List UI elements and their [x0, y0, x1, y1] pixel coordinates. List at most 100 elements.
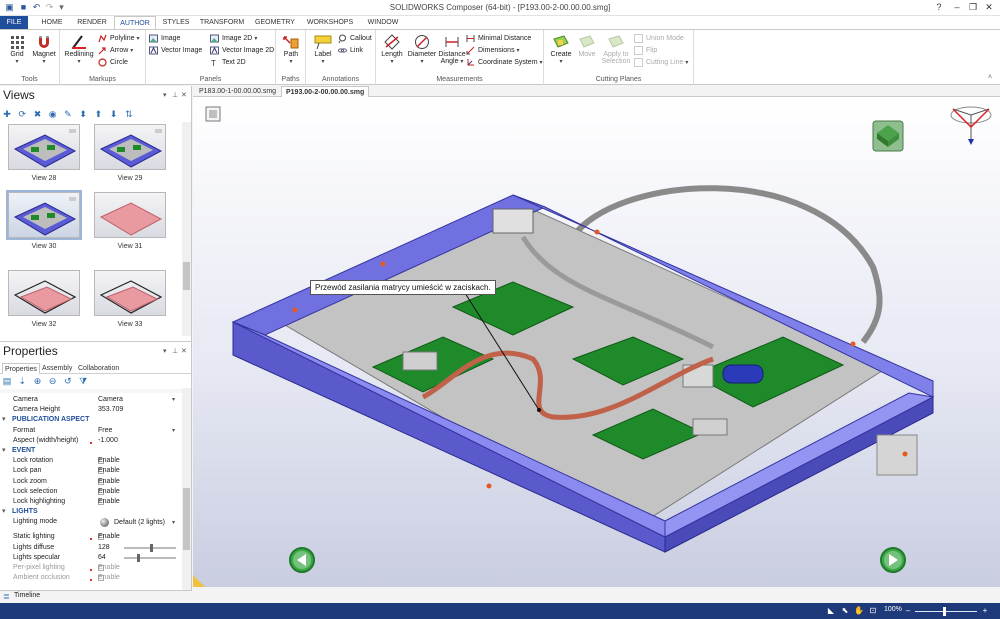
create-view-icon[interactable]: ✚	[2, 109, 12, 119]
view-thumbnail[interactable]	[8, 270, 80, 316]
viewport-page-icon[interactable]	[205, 106, 221, 122]
property-row[interactable]: Lock selection Enable	[0, 487, 182, 497]
3d-viewport[interactable]: Przewód zasilania matrycy umieścić w zac…	[193, 97, 1000, 587]
apply-to-selection-button[interactable]: Apply to Selection	[600, 34, 632, 65]
tab-window[interactable]: WINDOW	[362, 16, 404, 29]
sort-category-icon[interactable]: ▤	[2, 376, 12, 386]
create-button[interactable]: Create ▾	[548, 34, 574, 65]
previous-view-button[interactable]	[289, 547, 315, 573]
property-row[interactable]: Static lighting Enable	[0, 532, 182, 542]
property-section[interactable]: ▾ PUBLICATION ASPECT	[0, 415, 182, 425]
pencil-icon[interactable]: ✎	[63, 109, 73, 119]
property-row[interactable]: Lock zoom Enable	[0, 477, 182, 487]
move-up-icon[interactable]: ⬆	[93, 109, 103, 119]
next-view-button[interactable]	[880, 547, 906, 573]
flip-button[interactable]: Flip	[634, 45, 657, 57]
property-value[interactable]: Default (2 lights)	[114, 518, 165, 528]
section-expander-icon[interactable]: ▾	[2, 446, 6, 456]
heatsink[interactable]	[692, 418, 728, 436]
tab-file[interactable]: FILE	[0, 16, 28, 29]
camera-view-icon[interactable]: ◉	[48, 109, 58, 119]
property-slider[interactable]	[124, 543, 176, 552]
tab-home[interactable]: HOME	[34, 16, 70, 29]
label-button[interactable]: Label ▾	[309, 34, 337, 65]
help-icon[interactable]: ?	[930, 1, 948, 14]
views-scrollbar-thumb[interactable]	[183, 262, 190, 290]
minimal-distance-button[interactable]: Minimal Distance	[466, 33, 531, 45]
tab-assembly[interactable]: Assembly	[40, 363, 74, 374]
sort-icon[interactable]: ⇅	[124, 109, 134, 119]
orientation-triad[interactable]	[950, 106, 992, 145]
assembly-model[interactable]	[193, 97, 1000, 587]
cutting-line-button[interactable]: Cutting Line ▾	[634, 57, 688, 69]
timeline-bar[interactable]: ≣ Timeline	[0, 590, 192, 602]
property-row[interactable]: Lights specular 64	[0, 553, 182, 563]
tab-properties[interactable]: Properties	[2, 363, 40, 374]
circle-button[interactable]: Circle	[98, 57, 128, 69]
tab-render[interactable]: RENDER	[72, 16, 112, 29]
polyline-button[interactable]: Polyline ▾	[98, 33, 139, 45]
grid-button[interactable]: Grid ▾	[6, 34, 28, 65]
panel-close-icon[interactable]: ✕	[181, 347, 187, 355]
pin-icon[interactable]: ⊥	[172, 91, 178, 99]
section-expander-icon[interactable]: ▾	[2, 507, 6, 517]
property-value[interactable]: -1.000	[98, 436, 118, 446]
link-button[interactable]: Link	[338, 45, 363, 57]
property-slider-knob[interactable]	[137, 553, 140, 562]
dropdown-arrow-icon[interactable]: ▾	[172, 518, 175, 528]
tab-transform[interactable]: TRANSFORM	[196, 16, 248, 29]
home-view-cube[interactable]	[872, 120, 904, 152]
arrow-button[interactable]: Arrow ▾	[98, 45, 133, 57]
collapse-ribbon-icon[interactable]: ˄	[988, 74, 992, 81]
property-value[interactable]: 353.709	[98, 405, 123, 415]
properties-scrollbar[interactable]	[182, 388, 191, 590]
property-section[interactable]: ▾ EVENT	[0, 446, 182, 456]
update-view-icon[interactable]: ⟳	[17, 109, 27, 119]
property-slider-knob[interactable]	[150, 543, 153, 552]
connector-left[interactable]	[402, 351, 438, 371]
union-mode-button[interactable]: Union Mode	[634, 33, 684, 45]
view-thumbnail[interactable]	[94, 124, 166, 170]
filter-icon[interactable]: ⧩	[78, 376, 88, 386]
property-row[interactable]: Lock pan Enable	[0, 466, 182, 476]
dropdown-arrow-icon[interactable]: ▾	[172, 426, 175, 436]
capacitor[interactable]	[722, 364, 764, 384]
diameter-button[interactable]: Diameter ▾	[406, 34, 438, 65]
doc-tab-p193[interactable]: P193.00-2-00.00.00.smg	[281, 86, 370, 97]
dropdown-arrow-icon[interactable]: ▾	[172, 395, 175, 405]
distance-angle-button[interactable]: Distance Angle ▾	[438, 34, 466, 65]
collapse-icon[interactable]: ⊖	[48, 376, 58, 386]
move-button[interactable]: Move	[576, 34, 598, 58]
dimensions-button[interactable]: Dimensions ▾	[466, 45, 520, 57]
property-row[interactable]: Camera Height 353.709	[0, 405, 182, 415]
callout-label-text[interactable]: Przewód zasilania matrycy umieścić w zac…	[310, 280, 496, 295]
image-2d-button[interactable]: Image 2D ▾	[210, 33, 257, 45]
magnet-button[interactable]: Magnet ▾	[30, 34, 58, 65]
pan-icon[interactable]: ✋	[854, 606, 864, 616]
zoom-in-icon[interactable]: +	[980, 606, 990, 616]
zoom-slider-knob[interactable]	[942, 607, 946, 616]
property-row[interactable]: Lock highlighting Enable	[0, 497, 182, 507]
pin-icon[interactable]: ⊥	[172, 347, 178, 355]
panel-close-icon[interactable]: ✕	[181, 91, 187, 99]
view-thumbnail[interactable]	[94, 270, 166, 316]
select-icon[interactable]: ⬉	[840, 606, 850, 616]
doc-tab-p183[interactable]: P183.00-1-00.00.00.smg	[195, 86, 280, 97]
sort-alpha-icon[interactable]: ⇣	[17, 376, 27, 386]
tab-workshops[interactable]: WORKSHOPS	[302, 16, 358, 29]
tab-author[interactable]: AUTHOR	[114, 16, 156, 29]
zoom-slider[interactable]	[915, 607, 977, 616]
property-row[interactable]: Format Free ▾	[0, 426, 182, 436]
expand-icon[interactable]: ⊕	[32, 376, 42, 386]
property-slider[interactable]	[124, 553, 176, 562]
vector-image-button[interactable]: Vector Image	[149, 45, 202, 57]
restore-properties-icon[interactable]: ↺	[63, 376, 73, 386]
property-value[interactable]: Free	[98, 426, 112, 436]
panel-menu-icon[interactable]: ▾	[163, 91, 167, 99]
panel-menu-icon[interactable]: ▾	[163, 347, 167, 355]
tab-styles[interactable]: STYLES	[158, 16, 194, 29]
delete-view-icon[interactable]: ✖	[32, 109, 42, 119]
path-button[interactable]: Path ▾	[279, 34, 303, 65]
property-value[interactable]: Camera	[98, 395, 123, 405]
measure-icon[interactable]: ◣	[826, 606, 836, 616]
